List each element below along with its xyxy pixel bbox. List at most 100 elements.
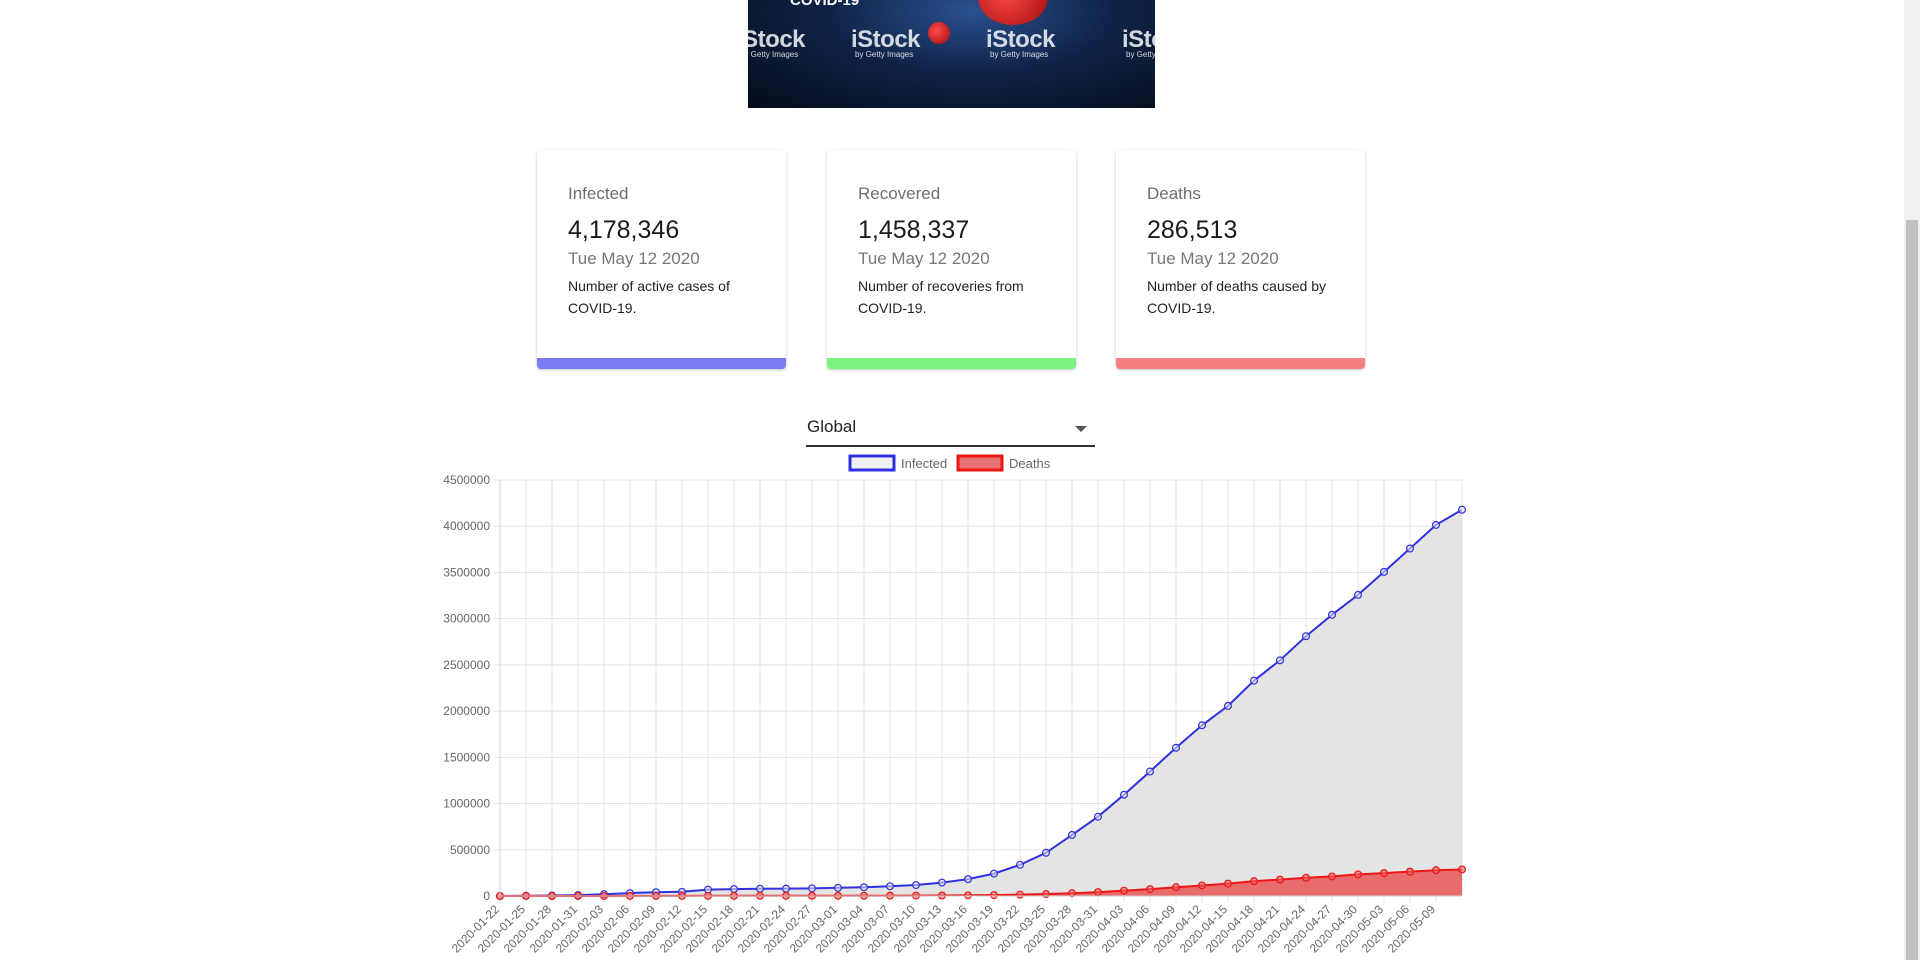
data-point [1067,830,1076,839]
data-point [1379,567,1388,576]
y-tick-label: 1000000 [443,797,490,811]
data-point [989,891,998,900]
data-point [937,878,946,887]
data-point [729,885,738,894]
data-point [963,875,972,884]
card-color-bar [537,358,786,369]
legend-swatch [956,454,1004,472]
data-point [1223,879,1232,888]
watermark: iStock by Getty Images [851,26,921,59]
data-point [1275,875,1284,884]
data-point [1197,721,1206,730]
data-point [755,884,764,893]
data-point [1171,883,1180,892]
card-color-bar [1116,358,1365,369]
data-point [1327,872,1336,881]
watermark: iStock by Getty Images [1122,26,1155,59]
data-point [1223,701,1232,710]
data-point [1301,873,1310,882]
data-point [1457,505,1466,514]
card-description: Number of deaths caused by COVID-19. [1147,278,1326,316]
data-point [911,881,920,890]
card-description: Number of active cases of COVID-19. [568,278,730,316]
data-point [859,883,868,892]
data-point [1119,886,1128,895]
data-point [833,883,842,892]
y-tick-label: 4000000 [443,519,490,533]
card-title: Recovered [858,184,941,203]
hero-caption: COVID-19 [790,0,860,9]
legend-swatch [848,454,896,472]
y-tick-label: 4500000 [443,473,490,487]
y-tick-label: 2000000 [443,704,490,718]
watermark: iStock by Getty Images [986,26,1056,59]
data-point [1327,610,1336,619]
data-point [807,884,816,893]
data-point [1145,885,1154,894]
watermark-brand: iStock [1122,26,1155,53]
data-point [1015,890,1024,899]
data-point [1015,860,1024,869]
card-date: Tue May 12 2020 [1147,249,1279,268]
watermark-brand: iStock [986,26,1056,53]
watermark-sub: by Getty Images [990,50,1049,59]
data-point [1301,632,1310,641]
y-tick-label: 0 [483,889,490,903]
y-tick-label: 500000 [450,843,490,857]
card-date: Tue May 12 2020 [568,249,700,268]
data-point [1249,877,1258,886]
scrollbar-thumb[interactable] [1906,220,1918,960]
data-point [885,882,894,891]
data-point [1353,870,1362,879]
scrollbar[interactable] [1904,0,1920,960]
watermark-sub: by Getty Images [855,50,914,59]
country-select[interactable]: Global [806,410,1095,447]
data-point [1431,866,1440,875]
virus-graphic-small [928,22,950,44]
watermark-sub: by Getty Images [1126,50,1155,59]
watermark: iStock by Getty Images [748,26,806,59]
card-value: 1,458,337 [858,216,970,244]
data-point [1093,812,1102,821]
watermark-brand: iStock [748,26,806,53]
series-area [500,509,1462,896]
data-point [781,884,790,893]
y-tick-label: 3500000 [443,565,490,579]
data-point [1457,865,1466,874]
data-point [1405,867,1414,876]
data-point [1249,676,1258,685]
virus-graphic [978,0,1048,25]
deaths-card: Deaths 286,513 Tue May 12 2020 Number of… [1116,150,1365,369]
data-point [1353,590,1362,599]
card-date: Tue May 12 2020 [858,249,990,268]
data-point [1379,869,1388,878]
data-point [1275,656,1284,665]
cases-chart: 0 500000 1000000 1500000 2000000 2500000 30000… [443,454,1466,956]
data-point [1431,520,1440,529]
y-tick-label: 2500000 [443,658,490,672]
y-tick-label: 1500000 [443,750,490,764]
data-point [1119,790,1128,799]
card-value: 286,513 [1147,216,1238,244]
watermark-sub: by Getty Images [748,50,799,59]
hero-image: COVID-19 iStock by Getty Images iStock b… [748,0,1155,108]
data-point [1197,881,1206,890]
card-title: Deaths [1147,184,1201,203]
data-point [1093,888,1102,897]
data-point [1145,767,1154,776]
infected-card: Infected 4,178,346 Tue May 12 2020 Numbe… [537,150,786,369]
data-point [1171,743,1180,752]
data-point [963,891,972,900]
legend-label: Deaths [1009,456,1051,471]
recovered-card: Recovered 1,458,337 Tue May 12 2020 Numb… [827,150,1076,369]
data-point [1041,848,1050,857]
card-color-bar [827,358,1076,369]
legend-label: Infected [901,456,947,471]
data-point [989,869,998,878]
card-description: Number of recoveries from COVID-19. [858,278,1024,316]
card-title: Infected [568,184,629,203]
watermark-brand: iStock [851,26,921,53]
country-select-value: Global [807,417,857,436]
chevron-down-icon[interactable] [1075,426,1087,432]
card-value: 4,178,346 [568,216,680,244]
